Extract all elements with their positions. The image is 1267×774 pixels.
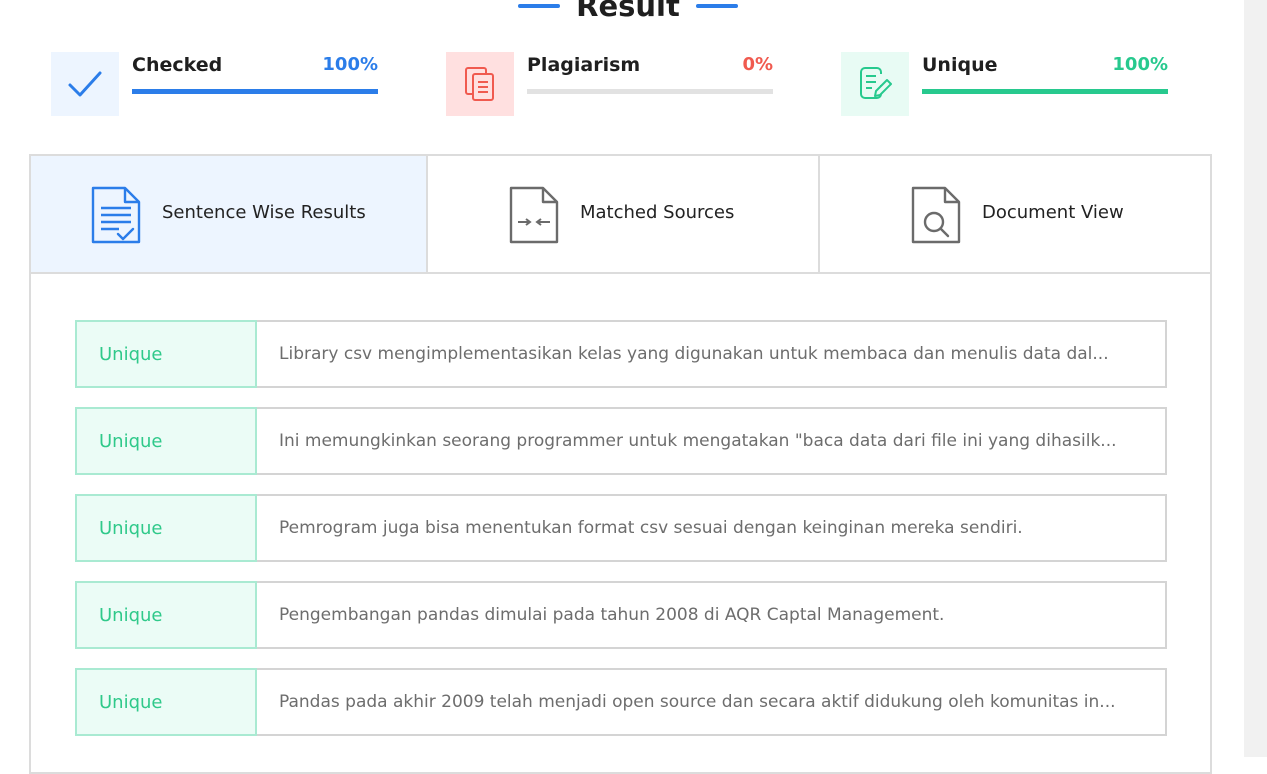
status-badge: Unique — [75, 407, 257, 475]
sentence-text-value: Pandas pada akhir 2009 telah menjadi ope… — [279, 692, 1116, 712]
stat-progress-track — [922, 89, 1168, 94]
result-row[interactable]: Unique Pemrogram juga bisa menentukan fo… — [75, 494, 1167, 562]
tab-matched-sources[interactable]: Matched Sources — [426, 156, 818, 272]
document-search-icon — [911, 186, 961, 244]
status-badge: Unique — [75, 668, 257, 736]
tab-sentence-wise-results[interactable]: Sentence Wise Results — [31, 156, 426, 272]
tab-document-view[interactable]: Document View — [818, 156, 1210, 272]
tab-label: Document View — [982, 202, 1124, 223]
stat-progress-fill — [132, 89, 378, 94]
edit-document-icon — [841, 52, 909, 116]
stat-label: Unique — [922, 54, 998, 76]
stat-label: Checked — [132, 54, 223, 76]
status-badge: Unique — [75, 320, 257, 388]
sentence-text: Pemrogram juga bisa menentukan format cs… — [257, 494, 1167, 562]
sentence-text: Library csv mengimplementasikan kelas ya… — [257, 320, 1167, 388]
document-compare-icon — [509, 186, 559, 244]
stat-value: 0% — [742, 54, 773, 75]
sentence-text: Pengembangan pandas dimulai pada tahun 2… — [257, 581, 1167, 649]
sentence-text-value: Ini memungkinkan seorang programmer untu… — [279, 431, 1117, 451]
checkmark-icon — [51, 52, 119, 116]
stat-progress-track — [527, 89, 773, 94]
stat-value: 100% — [1112, 54, 1168, 75]
stat-unique: Unique 100% — [841, 52, 1168, 116]
vertical-scrollbar[interactable] — [1244, 0, 1267, 757]
status-badge: Unique — [75, 581, 257, 649]
title-right-line — [695, 4, 738, 8]
sentence-text-value: Library csv mengimplementasikan kelas ya… — [279, 344, 1109, 364]
stat-label: Plagiarism — [527, 54, 641, 76]
stat-progress-track — [132, 89, 378, 94]
sentence-text-value: Pengembangan pandas dimulai pada tahun 2… — [279, 605, 945, 625]
result-row[interactable]: Unique Library csv mengimplementasikan k… — [75, 320, 1167, 388]
status-badge: Unique — [75, 494, 257, 562]
stat-plagiarism: Plagiarism 0% — [446, 52, 773, 116]
sentence-text-value: Pemrogram juga bisa menentukan format cs… — [279, 518, 1023, 538]
result-row[interactable]: Unique Pandas pada akhir 2009 telah menj… — [75, 668, 1167, 736]
copy-documents-icon — [446, 52, 514, 116]
stat-value: 100% — [322, 54, 378, 75]
results-panel: Sentence Wise Results Matched Sources Do… — [29, 154, 1212, 774]
result-row[interactable]: Unique Pengembangan pandas dimulai pada … — [75, 581, 1167, 649]
stat-checked: Checked 100% — [51, 52, 378, 116]
results-tabs: Sentence Wise Results Matched Sources Do… — [31, 156, 1210, 274]
result-title: Result — [0, 0, 1256, 26]
tab-label: Matched Sources — [580, 202, 735, 223]
document-check-icon — [91, 186, 141, 244]
result-row[interactable]: Unique Ini memungkinkan seorang programm… — [75, 407, 1167, 475]
tab-label: Sentence Wise Results — [162, 202, 366, 223]
sentence-text: Ini memungkinkan seorang programmer untu… — [257, 407, 1167, 475]
stat-progress-fill — [922, 89, 1168, 94]
title-left-line — [518, 4, 561, 8]
page-title: Result — [576, 0, 680, 23]
sentence-text: Pandas pada akhir 2009 telah menjadi ope… — [257, 668, 1167, 736]
